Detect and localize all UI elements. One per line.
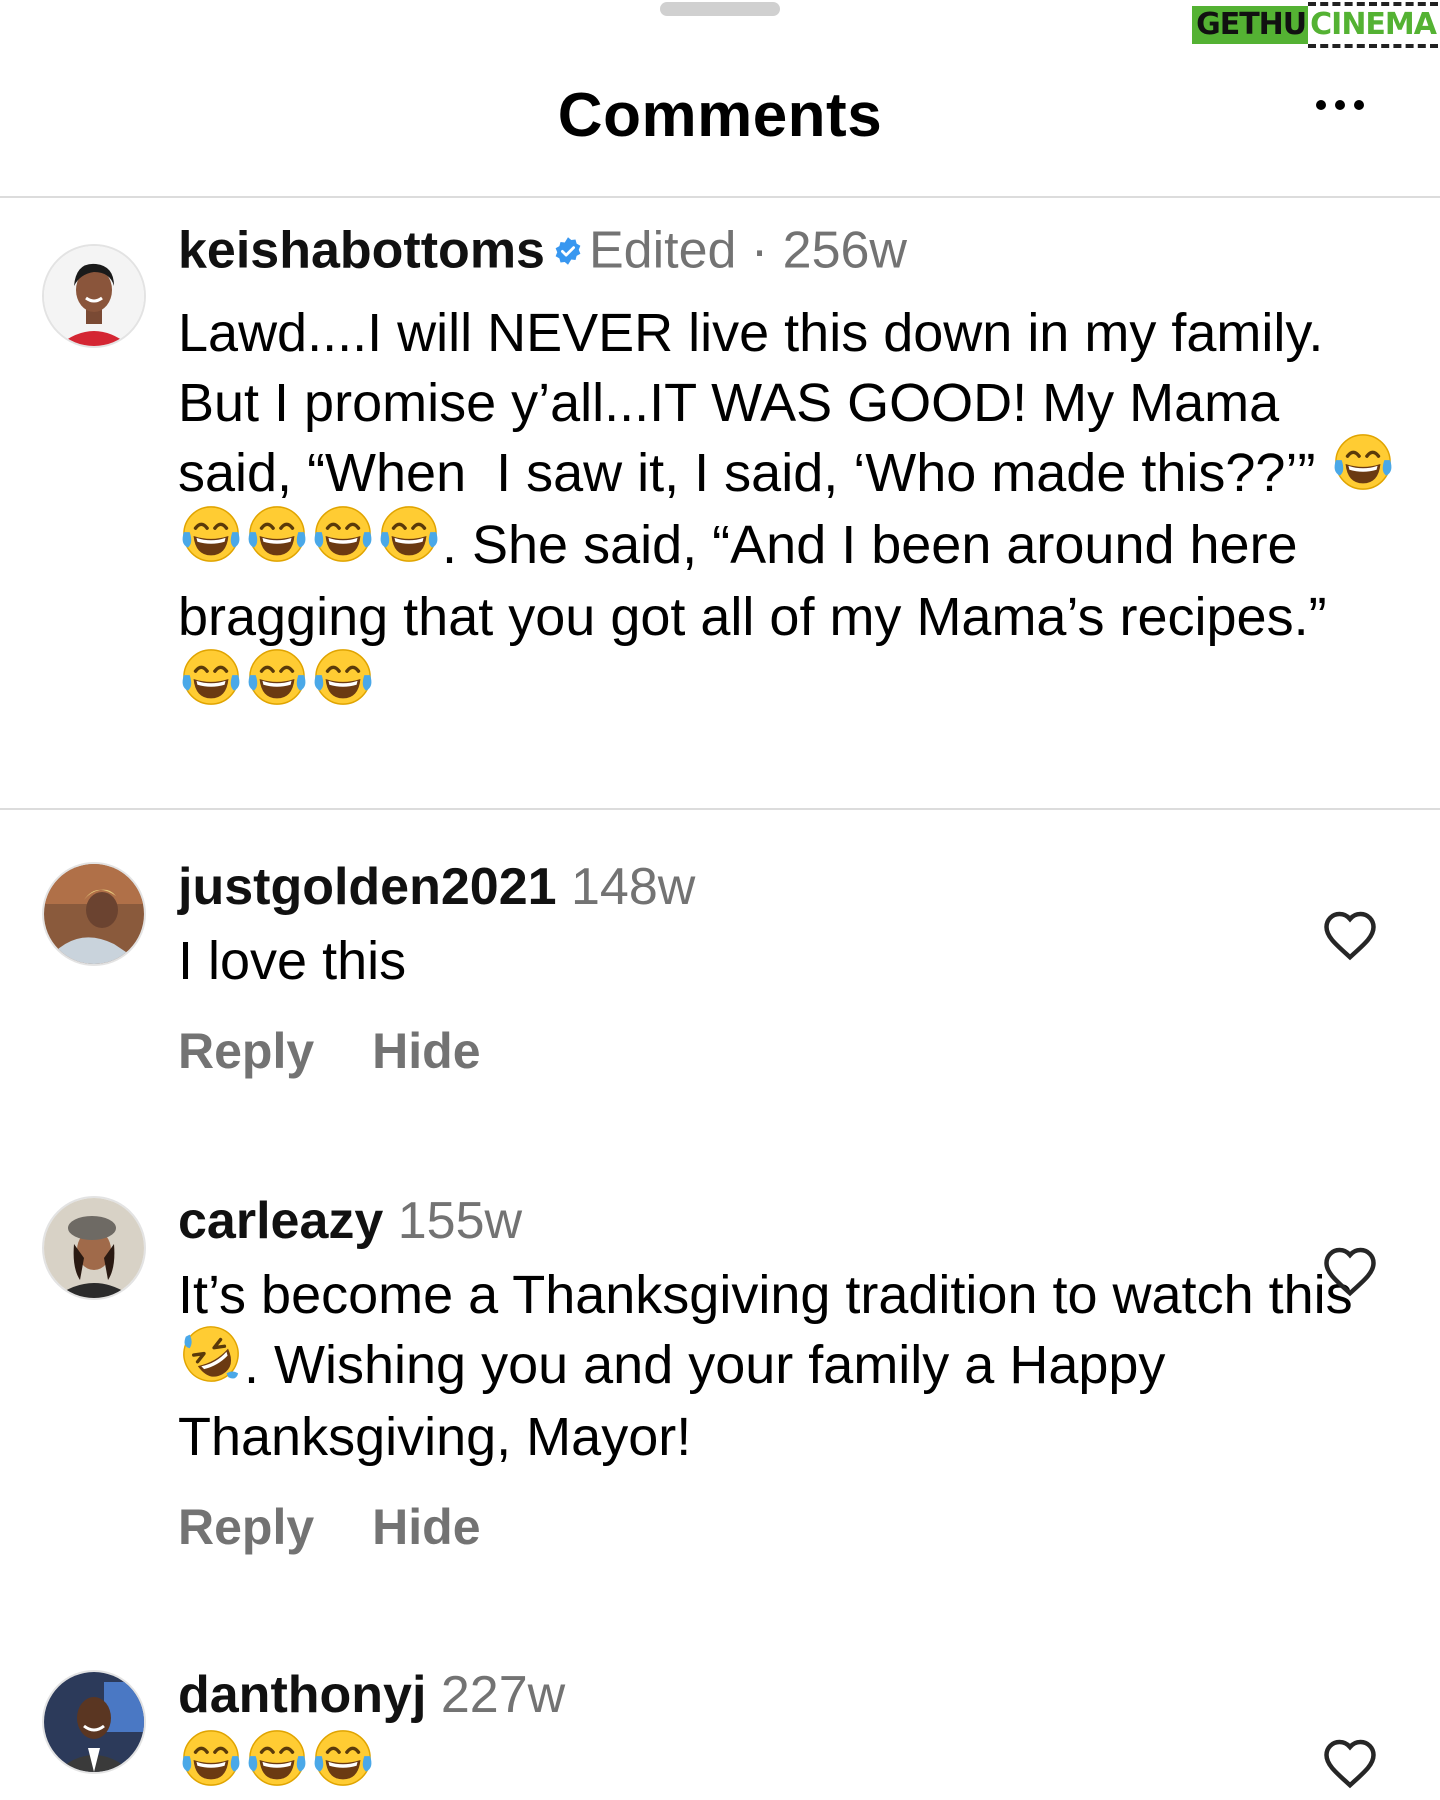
comment-text: I love this	[178, 926, 1400, 996]
comment-text: It’s become a Thanksgiving tradition to …	[178, 1260, 1400, 1472]
comment-meta: danthonyj 227w	[178, 1664, 1400, 1726]
comment-actions: Reply Hide	[178, 1498, 1400, 1556]
more-dot	[1354, 100, 1364, 110]
more-horizontal-icon	[1316, 100, 1326, 110]
caption-timestamp: 256w	[782, 221, 907, 280]
comment-body: carleazy 155w It’s become a Thanksgiving…	[178, 1190, 1400, 1556]
face-with-tears-of-joy-icon	[246, 1727, 308, 1800]
emoji-group	[178, 1730, 376, 1799]
comments-header: Comments	[0, 0, 1440, 198]
more-dot	[1335, 100, 1345, 110]
comment-body: justgolden2021 148w I love this Reply Hi…	[178, 856, 1400, 1080]
rolling-on-the-floor-laughing-icon	[180, 1323, 242, 1402]
post-caption: keishabottoms Edited · 256w Lawd....I wil…	[0, 198, 1440, 810]
caption-meta: keishabottoms Edited · 256w	[178, 218, 1400, 290]
heart-icon	[1324, 1247, 1376, 1297]
caption-username[interactable]: keishabottoms	[178, 222, 545, 280]
comment-timestamp: 148w	[571, 858, 696, 916]
comment-item: danthonyj 227w	[0, 1620, 1440, 1800]
avatar[interactable]	[42, 862, 146, 966]
comment-username[interactable]: danthonyj	[178, 1666, 426, 1724]
hide-button[interactable]: Hide	[372, 1022, 480, 1080]
caption-text: Lawd....I will NEVER live this down in m…	[178, 298, 1400, 725]
comment-meta: justgolden2021 148w	[178, 856, 1400, 918]
caption-text-part-1: Lawd....I will NEVER live this down in m…	[178, 303, 1331, 503]
heart-icon	[1324, 1739, 1376, 1789]
comment-meta: carleazy 155w	[178, 1190, 1400, 1252]
like-button[interactable]	[1320, 1734, 1380, 1790]
face-with-tears-of-joy-icon	[180, 503, 242, 582]
avatar-keishabottoms	[44, 246, 144, 346]
comment-username[interactable]: carleazy	[178, 1192, 383, 1250]
face-with-tears-of-joy-icon	[246, 646, 308, 725]
face-with-tears-of-joy-icon	[246, 503, 308, 582]
comments-sheet: GETHU CINEMA Comments keishabottoms Edite…	[0, 0, 1440, 1800]
avatar-justgolden2021	[44, 864, 144, 964]
comment-timestamp: 155w	[397, 1192, 523, 1250]
edited-label: Edited	[588, 221, 737, 280]
face-with-tears-of-joy-icon	[180, 1727, 242, 1800]
heart-icon	[1324, 911, 1376, 961]
reply-button[interactable]: Reply	[178, 1498, 314, 1556]
face-with-tears-of-joy-icon	[180, 646, 242, 725]
like-button[interactable]	[1320, 1242, 1380, 1298]
reply-button[interactable]: Reply	[178, 1022, 314, 1080]
caption-body: keishabottoms Edited · 256w Lawd....I wil…	[178, 218, 1400, 725]
comment-actions: Reply Hide	[178, 1022, 1400, 1080]
comment-item: carleazy 155w It’s become a Thanksgiving…	[0, 1146, 1440, 1626]
comment-username[interactable]: justgolden2021	[178, 858, 557, 916]
avatar-carleazy	[44, 1198, 144, 1298]
hide-button[interactable]: Hide	[372, 1498, 480, 1556]
face-with-tears-of-joy-icon	[312, 1727, 374, 1800]
face-with-tears-of-joy-icon	[378, 503, 440, 582]
face-with-tears-of-joy-icon	[312, 503, 374, 582]
page-title: Comments	[557, 81, 883, 150]
avatar[interactable]	[42, 244, 146, 348]
comment-body: danthonyj 227w	[178, 1664, 1400, 1800]
face-with-tears-of-joy-icon	[312, 646, 374, 725]
face-with-tears-of-joy-icon	[1332, 431, 1394, 510]
avatar[interactable]	[42, 1196, 146, 1300]
avatar[interactable]	[42, 1670, 146, 1774]
comment-text	[178, 1730, 1400, 1800]
comment-timestamp: 227w	[440, 1666, 566, 1724]
like-button[interactable]	[1320, 906, 1380, 962]
comment-item: justgolden2021 148w I love this Reply Hi…	[0, 810, 1440, 1140]
emoji-group	[178, 648, 376, 717]
verified-badge-icon	[553, 218, 583, 280]
more-options-button[interactable]	[1316, 100, 1364, 110]
comment-text-part-1: I love this	[178, 931, 407, 991]
avatar-danthonyj	[44, 1672, 144, 1772]
meta-separator: ·	[750, 221, 769, 280]
comment-text-part-2: . Wishing you and your family a Happy Th…	[178, 1335, 1166, 1468]
comment-text-part-1: It’s become a Thanksgiving tradition to …	[178, 1265, 1353, 1325]
